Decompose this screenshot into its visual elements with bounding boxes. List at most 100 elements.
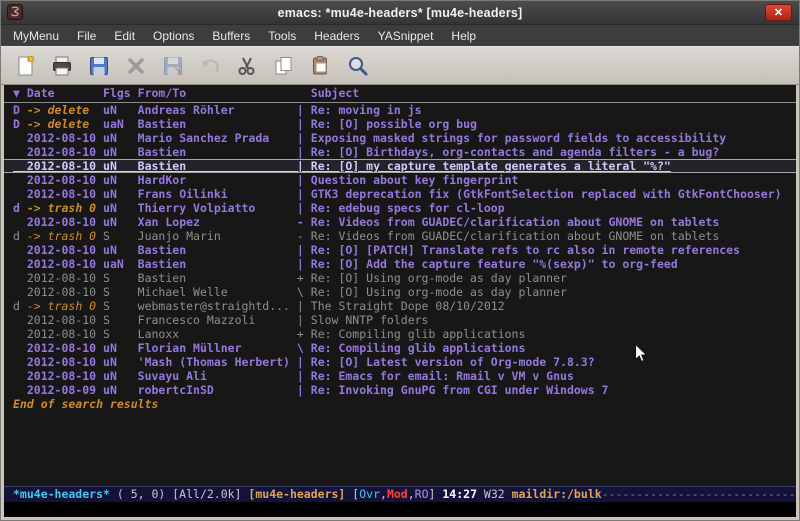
message-row[interactable]: 2012-08-10 S Francesco Mazzoli | Slow NN… (4, 313, 796, 327)
message-row-date: 2012-08-10 (27, 341, 103, 355)
message-row[interactable]: 2012-08-10 uN Suvayu Ali | Re: Emacs for… (4, 369, 796, 383)
message-row[interactable]: 2012-08-10 uN Xan Lopez - Re: Videos fro… (4, 215, 796, 229)
message-row-flags: uN (103, 201, 138, 215)
menu-item-buffers[interactable]: Buffers (203, 25, 259, 46)
message-row-mark (13, 285, 27, 299)
message-row-prefix: | (297, 355, 311, 369)
message-row-subject: Re: Invoking GnuPG from CGI under Window… (311, 383, 609, 397)
message-row-flags: S (103, 285, 138, 299)
copy-icon (272, 54, 296, 78)
menu-item-help[interactable]: Help (442, 25, 485, 46)
frame-body: ▼ Date Flgs From/To Subject D -> delete … (4, 85, 796, 517)
message-row[interactable]: 2012-08-10 S Michael Welle \ Re: [O] Usi… (4, 285, 796, 299)
message-row-prefix: \ (297, 341, 311, 355)
minibuffer[interactable] (4, 502, 796, 517)
message-row-subject: Re: moving in js (311, 103, 422, 117)
message-row[interactable]: d -> trash 0 S Juanjo Marin - Re: Videos… (4, 229, 796, 243)
new-file-button[interactable] (8, 51, 42, 81)
message-row-date: 2012-08-10 (27, 271, 103, 285)
message-row-date: 2012-08-10 (27, 215, 103, 229)
message-row-mark (13, 215, 27, 229)
message-row[interactable]: 2012-08-10 uN Frans Oilinki | GTK3 depre… (4, 187, 796, 201)
message-row-date: 2012-08-10 (27, 327, 103, 341)
message-row[interactable]: 2012-08-10 uaN Bastien | Re: [O] Add the… (4, 257, 796, 271)
message-row-flags: uN (103, 215, 138, 229)
message-row[interactable]: d -> trash 0 uN Thierry Volpiatto | Re: … (4, 201, 796, 215)
kill-buffer-button[interactable] (119, 51, 153, 81)
message-row-from: Suvayu Ali (138, 369, 297, 383)
cut-button[interactable] (230, 51, 264, 81)
message-row-prefix: | (297, 103, 311, 117)
message-row-from: Frans Oilinki (138, 187, 297, 201)
message-row[interactable]: 2012-08-10 uN Florian Müllner \ Re: Comp… (4, 341, 796, 355)
save-icon (87, 54, 111, 78)
message-row[interactable]: d -> trash 0 S webmaster@straightd... | … (4, 299, 796, 313)
close-button[interactable]: ✕ (765, 4, 792, 21)
message-row-prefix: | (297, 243, 311, 257)
print-button[interactable] (45, 51, 79, 81)
message-row[interactable]: D -> delete uN Andreas Röhler | Re: movi… (4, 103, 796, 117)
menu-item-headers[interactable]: Headers (305, 25, 368, 46)
mode-line: *mu4e-headers* ( 5, 0) [All/2.0k] [mu4e-… (4, 486, 796, 502)
mode-line-segment: ----------------------------------------… (602, 487, 796, 501)
menu-item-yasnippet[interactable]: YASnippet (369, 25, 443, 46)
message-row-prefix: + (297, 327, 311, 341)
message-row-mark: d (13, 201, 27, 215)
mode-line-segment: , (408, 487, 415, 501)
message-row-date: 2012-08-10 (27, 313, 103, 327)
message-row-prefix: | (297, 257, 311, 271)
message-row-prefix: | (297, 187, 311, 201)
message-row-from: Bastien (138, 257, 297, 271)
message-row-subject: Re: [O] [PATCH] Translate refs to rc als… (311, 243, 740, 257)
undo-button (193, 51, 227, 81)
menu-item-mymenu[interactable]: MyMenu (4, 25, 68, 46)
header-line-prefix (297, 86, 311, 100)
menu-item-file[interactable]: File (68, 25, 105, 46)
save-button[interactable] (82, 51, 116, 81)
message-row-flags: S (103, 299, 138, 313)
new-file-icon (13, 54, 37, 78)
mode-line-segment: ( 5, 0) (110, 487, 172, 501)
message-row-flags: uN (103, 131, 138, 145)
menu-item-edit[interactable]: Edit (105, 25, 144, 46)
header-line-flags: Flgs (103, 86, 138, 100)
print-icon (50, 54, 74, 78)
message-row-date: 2012-08-10 (27, 159, 103, 173)
message-row[interactable]: 2012-08-10 uN HardKor | Question about k… (4, 173, 796, 187)
paste-button[interactable] (304, 51, 338, 81)
message-row[interactable]: 2012-08-10 uN Bastien | Re: [O] my captu… (4, 159, 796, 173)
message-row-flags: uN (103, 159, 138, 173)
message-row-flags: uN (103, 173, 138, 187)
message-row[interactable]: 2012-08-10 S Bastien + Re: [O] Using org… (4, 271, 796, 285)
message-row-from: Florian Müllner (138, 341, 297, 355)
message-row-from: Lanoxx (138, 327, 297, 341)
message-row-prefix: \ (297, 285, 311, 299)
copy-button[interactable] (267, 51, 301, 81)
message-row-from: Juanjo Marin (138, 229, 297, 243)
message-row[interactable]: 2012-08-10 S Lanoxx + Re: Compiling glib… (4, 327, 796, 341)
message-row[interactable]: 2012-08-10 uN Bastien | Re: [O] [PATCH] … (4, 243, 796, 257)
message-row-subject: The Straight Dope 08/10/2012 (311, 299, 505, 313)
mode-line-segment: [ (345, 487, 359, 501)
message-row[interactable]: 2012-08-10 uN 'Mash (Thomas Herbert) | R… (4, 355, 796, 369)
message-row[interactable]: 2012-08-09 uN robertcInSD | Re: Invoking… (4, 383, 796, 397)
message-row-subject: Re: [O] my capture template generates a … (311, 159, 671, 173)
app-icon (7, 4, 23, 20)
menu-item-options[interactable]: Options (144, 25, 203, 46)
menu-item-tools[interactable]: Tools (259, 25, 305, 46)
message-row-flags: S (103, 327, 138, 341)
message-row-from: Bastien (138, 117, 297, 131)
search-button[interactable] (341, 51, 375, 81)
message-row[interactable]: 2012-08-10 uN Mario Sanchez Prada | Expo… (4, 131, 796, 145)
undo-icon (198, 54, 222, 78)
message-row-mark (13, 187, 27, 201)
message-row-mark (13, 257, 27, 271)
header-line[interactable]: ▼ Date Flgs From/To Subject (4, 85, 796, 103)
message-row[interactable]: 2012-08-10 uN Bastien | Re: [O] Birthday… (4, 145, 796, 159)
message-row-subject: Re: [O] Add the capture feature "%(sexp)… (311, 257, 678, 271)
message-row[interactable]: D -> delete uaN Bastien | Re: [O] possib… (4, 117, 796, 131)
message-row-from: 'Mash (Thomas Herbert) (138, 355, 297, 369)
message-row-subject: Re: Videos from GUADEC/clarification abo… (311, 229, 720, 243)
mode-line-segment: W32 (477, 487, 512, 501)
message-row-date: 2012-08-10 (27, 257, 103, 271)
